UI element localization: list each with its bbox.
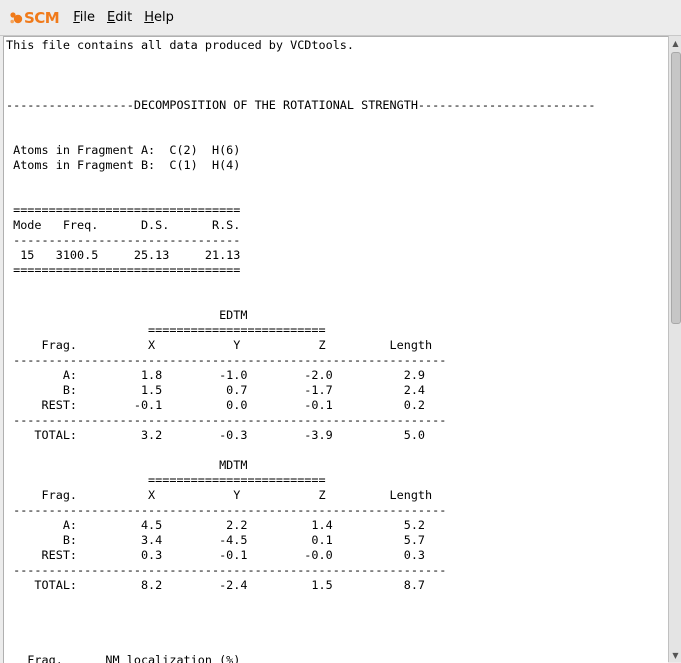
menu-help-mnemonic: H [144,10,154,25]
menu-edit[interactable]: Edit [107,10,132,25]
menu-file-label: ile [79,10,96,25]
scm-logo: SCM [9,8,60,27]
menu-file[interactable]: File [73,10,95,25]
scroll-down-arrow-icon[interactable]: ▼ [669,648,681,662]
menu-bar: SCM File Edit Help [0,0,681,36]
menu-help[interactable]: Help [144,10,174,25]
vertical-scrollbar[interactable]: ▲ ▼ [668,36,681,662]
scrollbar-thumb[interactable] [671,52,681,324]
report-text: This file contains all data produced by … [6,38,596,663]
menu-help-label: elp [154,10,174,25]
scroll-up-arrow-icon[interactable]: ▲ [669,36,681,50]
logo-text: SCM [24,8,60,27]
menu-edit-label: dit [115,10,133,25]
scm-logo-icon [10,11,23,23]
report-text-area[interactable]: This file contains all data produced by … [3,36,668,663]
